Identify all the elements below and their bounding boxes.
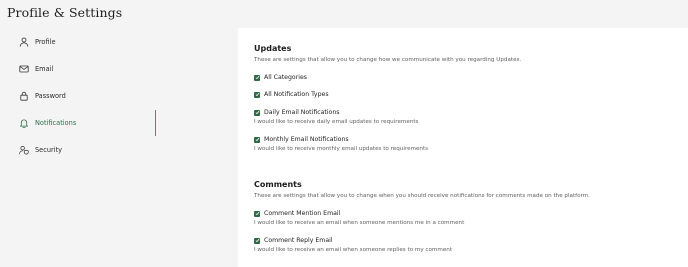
daily-email-notifications-checkbox[interactable] [254, 109, 260, 116]
all-notification-types-checkbox[interactable] [254, 91, 260, 98]
active-nav-indicator [155, 110, 156, 136]
sidebar-item-security[interactable]: Security [19, 142, 149, 158]
user-icon [19, 37, 29, 47]
comment-reply-email-checkbox[interactable] [254, 237, 260, 244]
check-icon [255, 238, 259, 243]
sidebar-item-label: Notifications [35, 119, 77, 127]
option-description: I would like to receive monthly email up… [254, 146, 429, 152]
option-description: I would like to receive an email when so… [254, 220, 465, 226]
option-label: Daily Email Notifications [264, 109, 340, 116]
option-description: I would like to receive daily email upda… [254, 119, 419, 125]
option-label: Comment Reply Email [264, 237, 333, 244]
user-shield-icon [19, 145, 29, 155]
settings-sidebar: Profile Email Password Notifications Sec… [0, 28, 160, 267]
sidebar-item-label: Password [35, 92, 66, 100]
option-label: Monthly Email Notifications [264, 136, 349, 143]
comment-mention-email-checkbox[interactable] [254, 210, 260, 217]
updates-section-description: These are settings that allow you to cha… [254, 57, 522, 63]
check-icon [255, 75, 259, 80]
option-comment-reply-email: Comment Reply Email I would like to rece… [254, 237, 452, 253]
option-all-categories: All Categories [254, 74, 307, 81]
updates-section-title: Updates [254, 44, 292, 53]
option-daily-email-notifications: Daily Email Notifications I would like t… [254, 109, 418, 125]
envelope-icon [19, 64, 29, 74]
page-title: Profile & Settings [7, 5, 123, 20]
all-categories-checkbox[interactable] [254, 74, 260, 81]
option-comment-mention-email: Comment Mention Email I would like to re… [254, 210, 464, 226]
option-description: I would like to receive an email when so… [254, 247, 453, 253]
sidebar-item-label: Security [35, 146, 63, 154]
notifications-panel: Updates These are settings that allow yo… [238, 28, 688, 267]
check-icon [255, 137, 259, 142]
check-icon [255, 92, 259, 97]
check-icon [255, 211, 259, 216]
option-label: All Notification Types [264, 91, 329, 98]
sidebar-item-label: Email [35, 65, 54, 73]
check-icon [255, 110, 259, 115]
comments-section-description: These are settings that allow you to cha… [254, 193, 590, 199]
sidebar-item-profile[interactable]: Profile [19, 34, 149, 50]
sidebar-item-label: Profile [35, 38, 56, 46]
lock-icon [19, 91, 29, 101]
monthly-email-notifications-checkbox[interactable] [254, 136, 260, 143]
option-label: All Categories [264, 74, 307, 81]
bell-icon [19, 118, 29, 128]
sidebar-item-password[interactable]: Password [19, 88, 149, 104]
sidebar-item-notifications[interactable]: Notifications [19, 115, 149, 131]
option-all-notification-types: All Notification Types [254, 91, 329, 98]
option-monthly-email-notifications: Monthly Email Notifications I would like… [254, 136, 428, 152]
sidebar-item-email[interactable]: Email [19, 61, 149, 77]
option-label: Comment Mention Email [264, 210, 341, 217]
comments-section-title: Comments [254, 180, 302, 189]
